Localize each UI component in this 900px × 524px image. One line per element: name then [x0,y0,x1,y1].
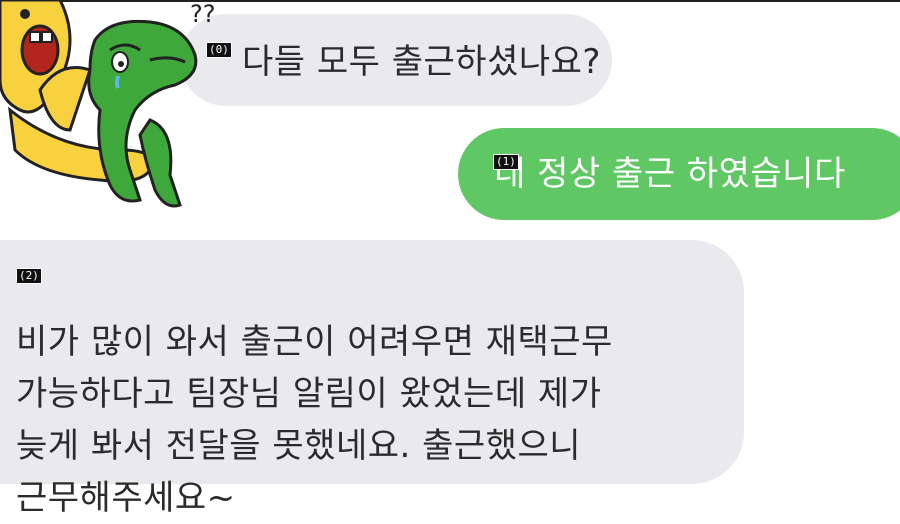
message-bubble-incoming: 비가 많이 와서 출근이 어려우면 재택근무 가능하다고 팀장님 알림이 왔었는… [0,240,744,518]
message-marker: (1) [493,154,519,170]
message-bubble-outgoing: 네 정상 출근 하였습니다 [458,128,900,220]
chat-screen: ?? 다들 모두 출근하셨나요? (0) 네 정상 출근 하였습니다 (1) 비… [0,0,900,518]
message-text: 다들 모두 출근하셨나요? [242,42,601,82]
sticker-avatar-icon: ?? [0,0,215,208]
message-bubble-incoming: 다들 모두 출근하셨나요? [180,14,612,106]
message-text: 네 정상 출근 하였습니다 [494,154,846,194]
message-text: 비가 많이 와서 출근이 어려우면 재택근무 가능하다고 팀장님 알림이 왔었는… [16,322,613,518]
message-marker: (2) [16,268,42,284]
svg-text:??: ?? [190,0,215,28]
message-marker: (0) [206,42,232,58]
